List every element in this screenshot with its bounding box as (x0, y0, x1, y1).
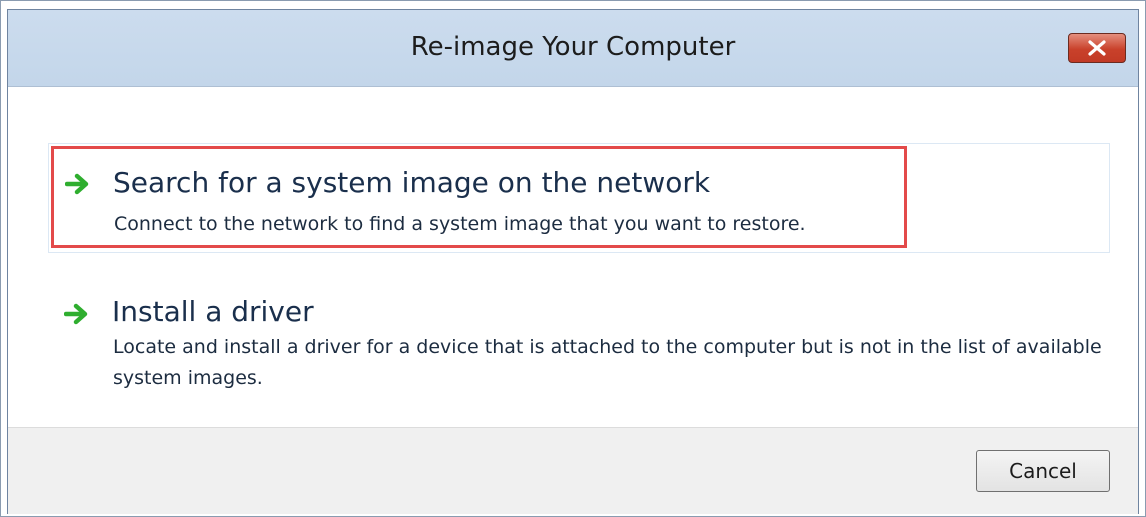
close-icon (1088, 40, 1106, 56)
option-title: Search for a system image on the network (113, 166, 711, 199)
dialog-title: Re-image Your Computer (410, 32, 736, 62)
option-description: Locate and install a driver for a device… (113, 336, 1102, 389)
green-arrow-icon (64, 303, 88, 325)
title-bar[interactable]: Re-image Your Computer (8, 10, 1138, 87)
option-search-network-image[interactable]: Search for a system image on the network… (48, 143, 1110, 253)
dialog-footer: Cancel (8, 427, 1138, 514)
dialog-content: Search for a system image on the network… (8, 87, 1138, 427)
screenshot-frame: Re-image Your Computer Search for a syst… (0, 0, 1146, 517)
option-description: Connect to the network to find a system … (114, 213, 806, 235)
option-install-driver[interactable]: Install a driver Locate and install a dr… (48, 277, 1110, 397)
green-arrow-icon (65, 173, 89, 195)
close-button[interactable] (1068, 33, 1126, 63)
cancel-button[interactable]: Cancel (976, 450, 1110, 492)
option-title: Install a driver (112, 295, 314, 328)
dialog-window: Re-image Your Computer Search for a syst… (7, 9, 1139, 514)
